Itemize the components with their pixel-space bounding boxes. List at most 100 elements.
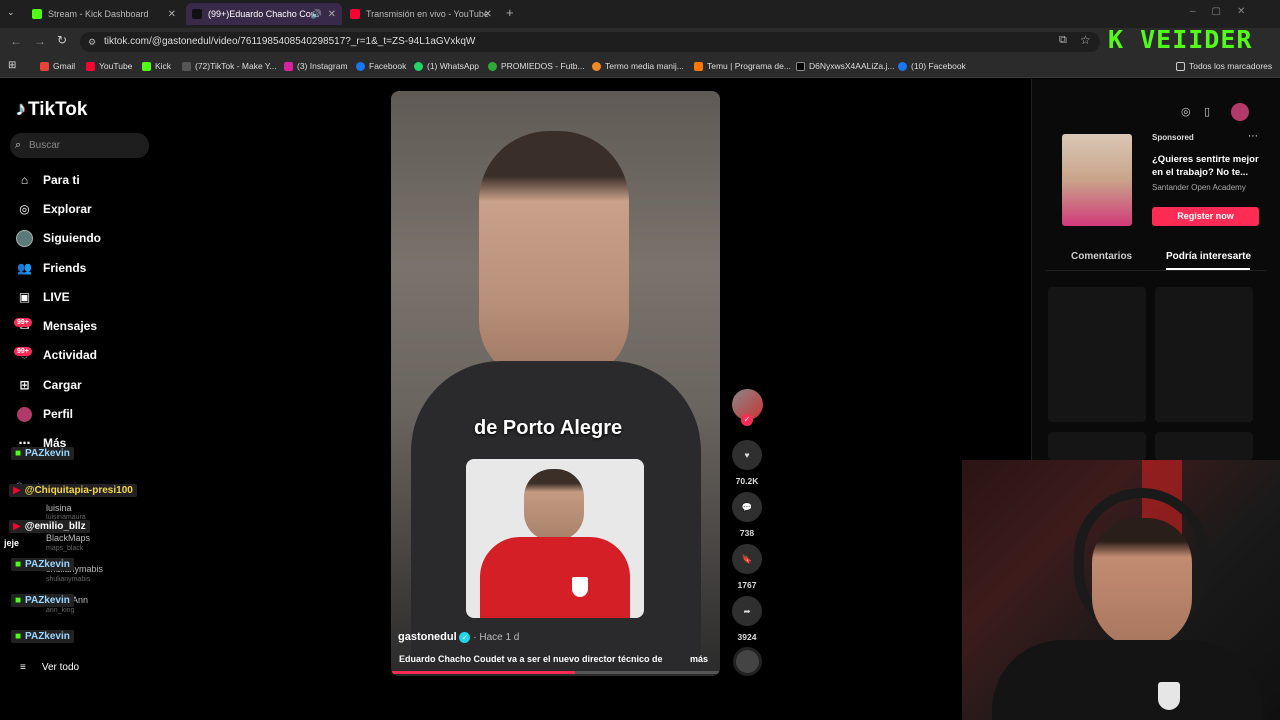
video-progress-fill [391,671,576,674]
url-field[interactable]: ⚙ tiktok.com/@gastonedul/video/761198540… [80,32,1100,52]
bookmark-label: (3) Instagram [297,61,348,71]
nav-explorar[interactable]: ◎ Explorar [16,199,92,219]
bookmark-facebook-2[interactable]: (10) Facebook [898,61,966,71]
bookmark-termo[interactable]: Termo media manij... [592,61,684,71]
streamer-shirt [992,640,1262,720]
messages-badge: 99+ [14,318,32,327]
live-tv-icon: ▣ [18,290,31,304]
close-icon[interactable]: ✕ [328,9,336,20]
suggested-video-thumbnail[interactable] [1155,287,1253,422]
chat-message: ■ PAZkevin [11,630,74,643]
share-action[interactable]: ➦ 3924 [731,596,763,642]
more-button[interactable]: más [690,654,708,664]
video-caption: de Porto Alegre [474,417,623,439]
follow-plus-icon[interactable]: ✓ [741,414,753,426]
tiktok-logo[interactable]: ♪ TikTok [16,98,87,121]
window-controls[interactable]: –▢✕ [1190,6,1261,17]
following-handle: shulianymabis [46,576,91,583]
whatsapp-icon [414,61,423,71]
like-action[interactable]: ♥ 70.2K [731,440,763,486]
bookmark-tiktok[interactable]: (72)TikTok - Make Y... [182,61,277,71]
nav-perfil[interactable]: Perfil [16,404,73,424]
nav-label: Friends [43,261,87,275]
bookmark-promiedos[interactable]: PROMIEDOS - Futb... [488,61,585,71]
nav-friends[interactable]: 👥 Friends [16,258,86,278]
tab-search-icon[interactable]: ⌄ [7,7,15,18]
nav-cargar[interactable]: ⊞ Cargar [16,375,81,395]
facebook-icon [356,61,365,71]
nav-siguiendo[interactable]: Siguiendo [16,228,101,248]
kick-icon [32,9,42,19]
comment-count: 738 [739,528,755,538]
bookmark-instagram[interactable]: (3) Instagram [284,61,348,71]
tab-comentarios[interactable]: Comentarios [1071,251,1132,262]
following-name[interactable]: BlackMaps [46,533,90,543]
tab-kick-dashboard[interactable]: Stream - Kick Dashboard ✕ [26,3,182,25]
chat-message: ■ PAZkevin [11,594,74,607]
close-icon[interactable]: ✕ [484,9,492,20]
save-action[interactable]: 🔖 1767 [731,544,763,590]
comment-action[interactable]: 💬 738 [731,492,763,538]
tab-tiktok-video[interactable]: (99+)Eduardo Chacho Cou 🔊 ✕ [186,3,342,25]
chat-username: PAZkevin [25,448,70,459]
coach-head [524,469,584,541]
comment-icon[interactable]: 💬 [732,492,762,522]
river-crest-icon [1158,682,1180,710]
nav-label: LIVE [43,290,70,304]
device-icon[interactable]: ▯ [1204,105,1210,118]
following-name[interactable]: Ann [72,595,88,605]
ad-title[interactable]: ¿Quieres sentirte mejor en el trabajo? N… [1152,153,1260,179]
bookmark-x[interactable]: D6NyxwsX4AALiZa.j... [796,61,895,71]
bookmark-icon[interactable]: 🔖 [732,544,762,574]
following-name[interactable]: luisina [46,503,72,513]
bookmark-star-icon[interactable]: ☆ [1080,33,1091,47]
bookmark-whatsapp[interactable]: (1) WhatsApp [414,61,479,71]
bookmark-facebook[interactable]: Facebook [356,61,406,71]
share-icon[interactable]: ➦ [732,596,762,626]
ad-more-icon[interactable]: ⋯ [1248,131,1258,142]
like-count: 70.2K [735,476,759,486]
tab-podria-interesarte[interactable]: Podría interesarte [1166,251,1251,262]
close-icon[interactable]: ✕ [168,9,176,20]
back-icon[interactable]: ← [10,34,22,48]
youtube-icon [350,9,360,19]
see-all-link[interactable]: ≡ Ver todo [20,657,79,677]
speaker-icon[interactable]: 🔊 [311,9,322,20]
tabs-divider [1046,270,1266,271]
new-tab-button[interactable]: + [506,5,514,20]
suggested-video-thumbnail[interactable] [1155,432,1253,460]
ad-thumbnail[interactable] [1062,134,1132,226]
instagram-icon [284,61,293,71]
suggested-video-thumbnail[interactable] [1048,287,1146,422]
suggested-video-thumbnail[interactable] [1048,432,1146,460]
search-input[interactable]: ⌕ Buscar [10,133,149,158]
heart-icon[interactable]: ♥ [732,440,762,470]
bookmark-gmail[interactable]: Gmail [40,61,75,71]
site-info-icon[interactable]: ⚙ [88,32,96,52]
post-time: · Hace 1 d [473,632,520,643]
sound-avatar[interactable] [733,647,762,676]
bookmark-youtube[interactable]: YouTube [86,61,132,71]
chat-username: @Chiquitapia-presi100 [24,485,133,496]
register-button[interactable]: Register now [1152,207,1259,226]
nav-label: Explorar [43,202,92,216]
nav-para-ti[interactable]: ⌂ Para ti [16,170,80,190]
explore-icon[interactable]: ◎ [1181,105,1191,118]
install-icon[interactable]: ⧉ [1059,34,1067,47]
bookmark-label: (72)TikTok - Make Y... [195,61,277,71]
bookmark-all[interactable]: Todos los marcadores [1176,61,1272,71]
bookmark-label: YouTube [99,61,133,71]
reload-icon[interactable]: ↻ [57,33,67,47]
bookmark-label: Facebook [369,61,407,71]
nav-live[interactable]: ▣ LIVE [16,287,70,307]
bookmark-temu[interactable]: Temu | Programa de... [694,61,791,71]
author-name[interactable]: gastonedul [398,631,457,643]
bookmark-kick[interactable]: Kick [142,61,171,71]
forward-icon[interactable]: → [34,34,46,48]
apps-icon[interactable]: ⊞ [8,60,16,71]
ad-label: Sponsored [1152,133,1194,142]
tab-youtube-live[interactable]: Transmisión en vivo - YouTube ✕ [344,3,498,25]
user-avatar[interactable] [1231,103,1249,121]
ad-advertiser: Santander Open Academy [1152,183,1246,192]
chat-message: ▶ @emilio_bllz [9,520,90,533]
